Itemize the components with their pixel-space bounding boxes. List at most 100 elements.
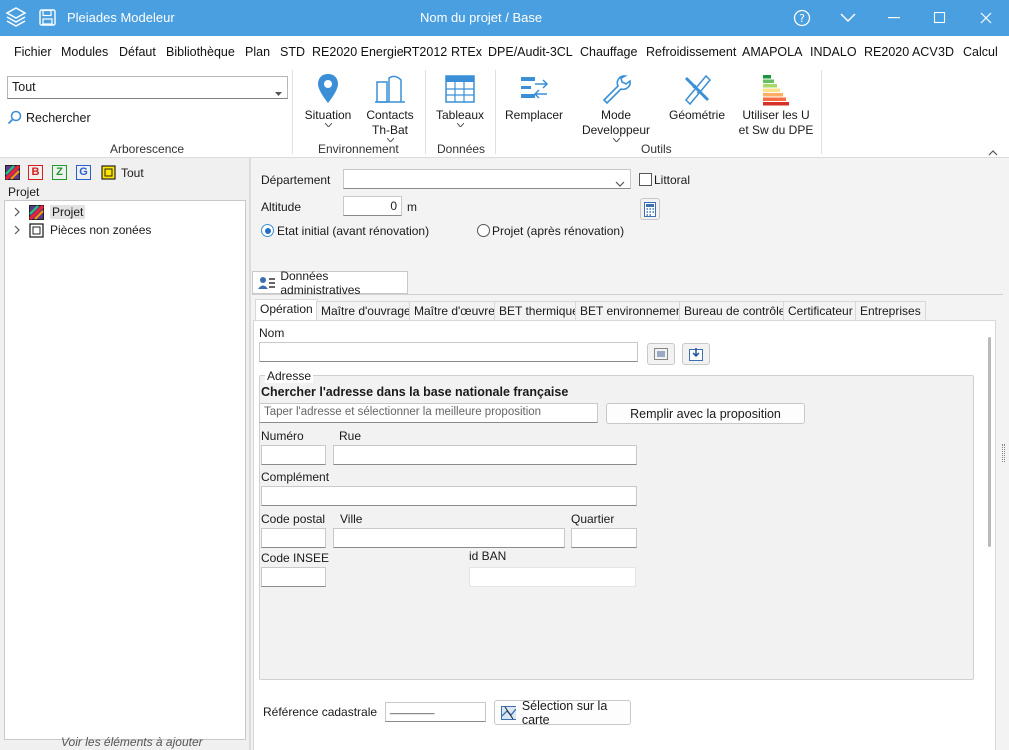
tab-maitre-ouvrage[interactable]: Maître d'ouvrage: [316, 301, 416, 321]
quartier-input[interactable]: [571, 528, 637, 548]
menu-bibliotheque[interactable]: Bibliothèque: [166, 45, 235, 59]
search-button[interactable]: Rechercher: [7, 110, 91, 125]
projet-apres-label: Projet (après rénovation): [492, 224, 625, 238]
altitude-input[interactable]: 0: [343, 196, 402, 216]
replace-icon: [521, 77, 549, 99]
tree-item-projet[interactable]: Projet: [13, 203, 86, 221]
help-icon[interactable]: ?: [779, 0, 825, 36]
remplacer-button[interactable]: Remplacer: [502, 72, 566, 123]
splitter[interactable]: [249, 158, 251, 750]
menu-bar: Fichier Modules Défaut Bibliothèque Plan…: [0, 36, 1009, 100]
filter-b-button[interactable]: B: [28, 165, 43, 180]
group-environnement: Environnement: [318, 142, 399, 156]
menu-calcul[interactable]: Calcul: [963, 45, 998, 59]
donnees-admin-tab[interactable]: Données administratives: [252, 269, 408, 297]
chevron-down-icon: [324, 123, 332, 127]
complement-input[interactable]: [261, 486, 637, 506]
code-insee-input[interactable]: [261, 567, 326, 587]
menu-plan[interactable]: Plan: [245, 45, 270, 59]
menu-fichier[interactable]: Fichier: [14, 45, 52, 59]
littoral-label: Littoral: [654, 173, 691, 187]
nom-import-button[interactable]: [682, 343, 710, 365]
rue-input[interactable]: [333, 445, 637, 465]
complement-label: Complément: [261, 470, 330, 484]
ruler-pencil-icon: [684, 74, 712, 106]
numero-label: Numéro: [261, 429, 304, 443]
filter-select[interactable]: Tout: [7, 76, 288, 99]
menu-amapola[interactable]: AMAPOLA: [742, 45, 802, 59]
menu-modules[interactable]: Modules: [61, 45, 108, 59]
menu-3d[interactable]: 3D: [938, 45, 954, 59]
table-icon: [445, 75, 475, 103]
group-donnees: Données: [437, 142, 486, 156]
footer-hint: Voir les éléments à ajouter: [61, 735, 203, 749]
maximize-icon[interactable]: [917, 0, 963, 36]
tab-bet-thermique[interactable]: BET thermique: [494, 301, 584, 321]
littoral-checkbox[interactable]: [639, 173, 652, 186]
import-icon: [689, 348, 703, 361]
contacts-button[interactable]: Contacts Th-Bat: [362, 72, 418, 144]
menu-dpe-audit[interactable]: DPE/Audit-3CL: [488, 45, 573, 59]
group-arborescence: Arborescence: [110, 142, 185, 156]
altitude-unit: m: [407, 200, 417, 214]
close-icon[interactable]: [963, 0, 1009, 36]
filter-all-label: Tout: [121, 166, 144, 180]
tree-item-pieces-non-zonees[interactable]: Pièces non zonées: [13, 221, 151, 239]
nom-image-button[interactable]: [647, 343, 675, 365]
geometrie-button[interactable]: Géométrie: [666, 72, 728, 123]
ref-cadastrale-input[interactable]: ________: [385, 702, 486, 722]
tab-entreprises[interactable]: Entreprises: [855, 301, 926, 321]
departement-select[interactable]: [343, 169, 631, 189]
address-search-input[interactable]: Taper l'adresse et sélectionner la meill…: [259, 403, 598, 423]
id-ban-label: id BAN: [469, 549, 507, 563]
tab-maitre-oeuvre[interactable]: Maître d'œuvre: [409, 301, 500, 321]
selection-carte-button[interactable]: Sélection sur la carte: [494, 699, 631, 727]
ville-input[interactable]: [333, 528, 565, 548]
collapse-chevron-icon[interactable]: [825, 0, 871, 36]
projet-colored-icon[interactable]: [4, 164, 21, 183]
id-ban-input[interactable]: [469, 567, 636, 587]
tableaux-button[interactable]: Tableaux: [434, 72, 486, 129]
quartier-label: Quartier: [571, 512, 615, 526]
menu-re2020-acv[interactable]: RE2020 ACV: [864, 45, 938, 59]
panel-scrollbar[interactable]: [988, 337, 991, 547]
tab-certificateur[interactable]: Certificateur: [783, 301, 858, 321]
situation-button[interactable]: Situation: [302, 72, 354, 129]
menu-re2020-energie[interactable]: RE2020 Energie: [312, 45, 404, 59]
menu-chauffage[interactable]: Chauffage: [580, 45, 637, 59]
nom-input[interactable]: [259, 342, 638, 362]
minimize-icon[interactable]: [871, 0, 917, 36]
resize-grip[interactable]: [1002, 444, 1005, 462]
calculator-button[interactable]: [640, 198, 660, 220]
menu-defaut[interactable]: Défaut: [119, 45, 156, 59]
save-icon[interactable]: [39, 9, 56, 29]
tab-bureau-controle[interactable]: Bureau de contrôle: [679, 301, 791, 321]
user-list-icon: [258, 276, 276, 289]
mode-developpeur-button[interactable]: Mode Developpeur: [575, 72, 657, 144]
adresse-legend: Adresse: [265, 369, 314, 383]
tab-operation[interactable]: Opération: [255, 299, 318, 321]
menu-std[interactable]: STD: [280, 45, 305, 59]
projet-apres-radio[interactable]: [477, 224, 490, 237]
chevron-down-icon: [612, 138, 620, 142]
filter-all-icon[interactable]: [101, 165, 116, 183]
menu-rtex[interactable]: RTEx: [451, 45, 482, 59]
tab-bet-environnement[interactable]: BET environnement: [575, 301, 691, 321]
menu-indalo[interactable]: INDALO: [810, 45, 857, 59]
numero-input[interactable]: [261, 445, 326, 465]
code-postal-input[interactable]: [261, 528, 326, 548]
code-insee-label: Code INSEE: [261, 551, 330, 565]
etat-initial-radio[interactable]: [261, 224, 274, 237]
menu-refroidissement[interactable]: Refroidissement: [646, 45, 736, 59]
location-pin-icon: [318, 74, 338, 103]
layers-icon[interactable]: [5, 6, 27, 33]
filter-g-button[interactable]: G: [76, 165, 91, 180]
remplir-button[interactable]: Remplir avec la proposition: [606, 403, 805, 424]
menu-rt2012[interactable]: RT2012: [403, 45, 447, 59]
nom-label: Nom: [259, 326, 285, 340]
map-icon: [501, 705, 516, 720]
filter-z-button[interactable]: Z: [52, 165, 67, 180]
chevron-up-icon[interactable]: [988, 145, 998, 159]
ville-label: Ville: [340, 512, 363, 526]
utiliser-dpe-button[interactable]: Utiliser les U et Sw du DPE: [737, 72, 815, 138]
